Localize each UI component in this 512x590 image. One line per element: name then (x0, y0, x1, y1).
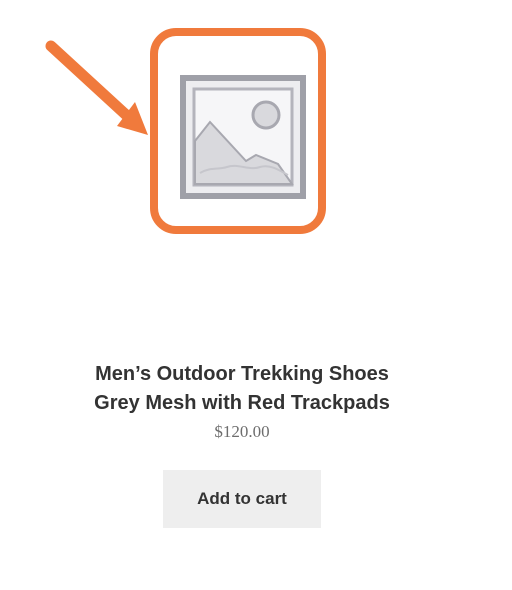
product-title-line-2: Grey Mesh with Red Trackpads (94, 391, 390, 414)
arrow-icon (45, 40, 148, 135)
highlight-frame (150, 28, 326, 234)
add-to-cart-button[interactable]: Add to cart (163, 470, 321, 528)
product-price: $120.00 (214, 422, 270, 441)
product-title-line-1: Men’s Outdoor Trekking Shoes (95, 362, 389, 385)
product-title[interactable]: Men’s Outdoor Trekking Shoes Grey Mesh w… (0, 360, 484, 418)
